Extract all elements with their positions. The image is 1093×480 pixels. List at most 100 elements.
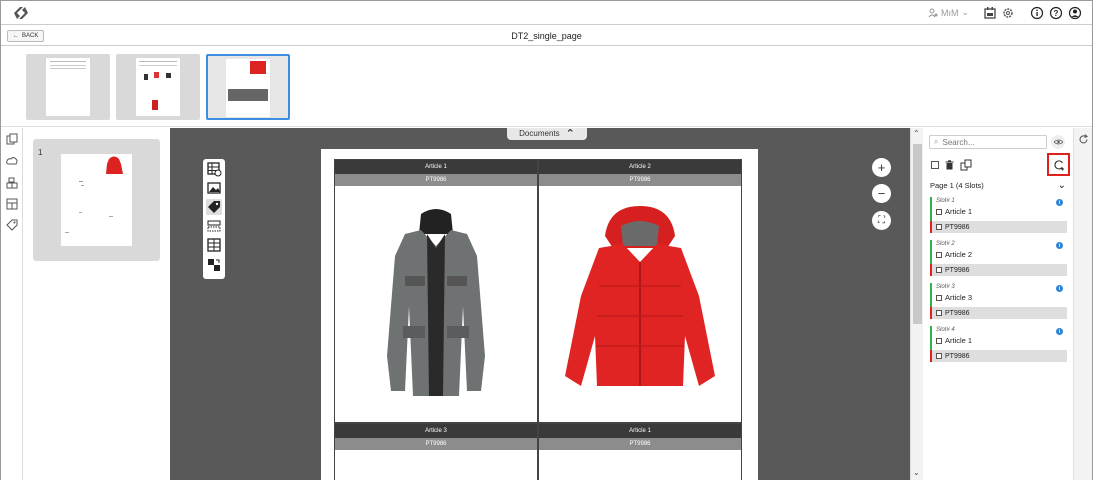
delete-icon[interactable] — [945, 160, 954, 170]
top-bar: MıM ⌄ ? — [1, 1, 1092, 25]
page-slot-1[interactable]: Article 1 PT9986 — [334, 159, 538, 423]
checkbox-icon[interactable] — [936, 353, 942, 359]
user-gear-icon — [928, 8, 938, 17]
documents-tab[interactable]: Documents ⌃ — [507, 128, 587, 140]
slot-article[interactable]: Article 1 — [936, 207, 972, 216]
slot-article[interactable]: Article 1 — [936, 336, 972, 345]
tag-tool-icon[interactable] — [206, 199, 222, 215]
tag-icon[interactable] — [6, 219, 18, 231]
canvas-scrollbar[interactable]: ⌃ ⌄ — [910, 128, 923, 480]
code-status-bar — [930, 221, 932, 233]
slot-article[interactable]: Article 2 — [936, 250, 972, 259]
page-slot-2[interactable]: Article 2 PT9986 — [538, 159, 742, 423]
slot-code-label: PT9986 — [945, 352, 970, 360]
slot-code-row[interactable]: PT9986 — [930, 350, 1067, 362]
document-title: DT2_single_page — [511, 31, 582, 41]
logo-icon[interactable] — [11, 4, 31, 22]
chevron-up-icon: ⌃ — [565, 128, 575, 140]
help-icon[interactable]: ? — [1049, 6, 1063, 20]
search-input[interactable] — [942, 137, 1038, 147]
slot-item-2[interactable]: Slot# 2 i Article 2 PT9986 — [930, 240, 1067, 278]
settings-icon[interactable] — [1001, 6, 1015, 20]
editor-canvas[interactable]: Documents ⌃ + − ⛶ Article 1 PT9986 Artic… — [170, 128, 910, 480]
checkbox-icon[interactable] — [936, 224, 942, 230]
slot-title: Article 2 — [539, 160, 741, 174]
page-slot-4[interactable]: Article 1 PT9986 — [538, 423, 742, 480]
slot-code-label: PT9986 — [945, 223, 970, 231]
slot-code-row[interactable]: PT9986 — [930, 264, 1067, 276]
refresh-icon[interactable] — [1078, 134, 1089, 145]
slot-status-bar — [930, 240, 932, 264]
layout-icon[interactable] — [6, 198, 18, 210]
zoom-in-button[interactable]: + — [872, 158, 891, 177]
minus-icon: − — [877, 186, 886, 201]
slot-code-label: PT9986 — [945, 266, 970, 274]
cloud-icon[interactable] — [6, 155, 18, 167]
slot-article[interactable]: Article 3 — [936, 293, 972, 302]
pages-icon[interactable] — [6, 133, 18, 145]
info-icon[interactable]: i — [1056, 328, 1063, 335]
document-thumbnail-3[interactable] — [206, 54, 290, 120]
code-status-bar — [930, 350, 932, 362]
svg-text:?: ? — [1054, 9, 1059, 18]
page-preview — [61, 154, 132, 246]
info-icon[interactable] — [1030, 6, 1044, 20]
slot-code-row[interactable]: PT9986 — [930, 307, 1067, 319]
slot-article-label: Article 2 — [945, 250, 973, 259]
checkbox-icon[interactable] — [936, 251, 942, 258]
slots-panel: ⌕ Page 1 (4 Slots) ⌄ Slot# 1 i Article 1… — [923, 128, 1073, 480]
account-icon[interactable] — [1068, 6, 1082, 20]
slot-code-row[interactable]: PT9986 — [930, 221, 1067, 233]
checkbox-icon[interactable] — [936, 267, 942, 273]
document-thumbnail-1[interactable] — [26, 54, 110, 120]
swap-icon[interactable] — [206, 257, 222, 273]
add-slot-button[interactable] — [1047, 153, 1070, 176]
thumbnail-sheet — [46, 58, 90, 116]
zoom-out-button[interactable]: − — [872, 184, 891, 203]
checkbox-icon[interactable] — [936, 294, 942, 301]
left-tool-rail — [1, 128, 23, 480]
page-slot-3[interactable]: Article 3 PT9986 — [334, 423, 538, 480]
slot-status-bar — [930, 283, 932, 307]
checkbox-icon[interactable] — [936, 310, 942, 316]
split-row-icon[interactable] — [206, 218, 222, 234]
page-card[interactable]: 1 — [33, 139, 160, 261]
add-slot-icon — [1053, 159, 1064, 170]
checkbox-icon[interactable] — [936, 208, 942, 215]
info-icon[interactable]: i — [1056, 199, 1063, 206]
page-slots-header[interactable]: Page 1 (4 Slots) ⌄ — [930, 180, 1066, 191]
canvas-toolbar — [203, 159, 225, 279]
calendar-icon[interactable] — [983, 6, 997, 20]
fit-screen-button[interactable]: ⛶ — [872, 211, 891, 230]
slot-tools — [931, 159, 972, 171]
slot-label: Slot# 2 — [936, 241, 955, 247]
search-box[interactable]: ⌕ — [929, 135, 1047, 149]
slot-item-1[interactable]: Slot# 1 i Article 1 PT9986 — [930, 197, 1067, 235]
info-icon[interactable]: i — [1056, 242, 1063, 249]
slot-title: Article 3 — [335, 424, 537, 438]
user-menu[interactable]: MıM ⌄ — [928, 7, 969, 18]
assets-icon[interactable] — [6, 177, 18, 189]
slot-label: Slot# 1 — [936, 198, 955, 204]
copy-slot-icon[interactable] — [960, 159, 972, 171]
checkbox-icon[interactable] — [936, 337, 942, 344]
image-icon[interactable] — [206, 180, 222, 196]
info-icon[interactable]: i — [1056, 285, 1063, 292]
visibility-toggle[interactable] — [1051, 135, 1065, 149]
grid-add-icon[interactable] — [206, 161, 222, 177]
slot-item-4[interactable]: Slot# 4 i Article 1 PT9986 — [930, 326, 1067, 364]
grey-jacket-image — [387, 209, 485, 396]
right-edge-rail — [1073, 128, 1092, 480]
scroll-up-icon[interactable]: ⌃ — [913, 129, 920, 138]
document-thumbnail-2[interactable] — [116, 54, 200, 120]
slot-article-label: Article 3 — [945, 293, 973, 302]
slot-label: Slot# 4 — [936, 327, 955, 333]
document-page[interactable]: Article 1 PT9986 Article 2 PT9986 Articl… — [321, 149, 758, 480]
title-bar: ← BACK DT2_single_page — [1, 26, 1092, 46]
scrollbar-thumb[interactable] — [913, 144, 922, 324]
slot-item-3[interactable]: Slot# 3 i Article 3 PT9986 — [930, 283, 1067, 321]
code-status-bar — [930, 264, 932, 276]
table-icon[interactable] — [206, 237, 222, 253]
select-all-checkbox[interactable] — [931, 161, 939, 169]
scroll-down-icon[interactable]: ⌄ — [913, 468, 920, 477]
